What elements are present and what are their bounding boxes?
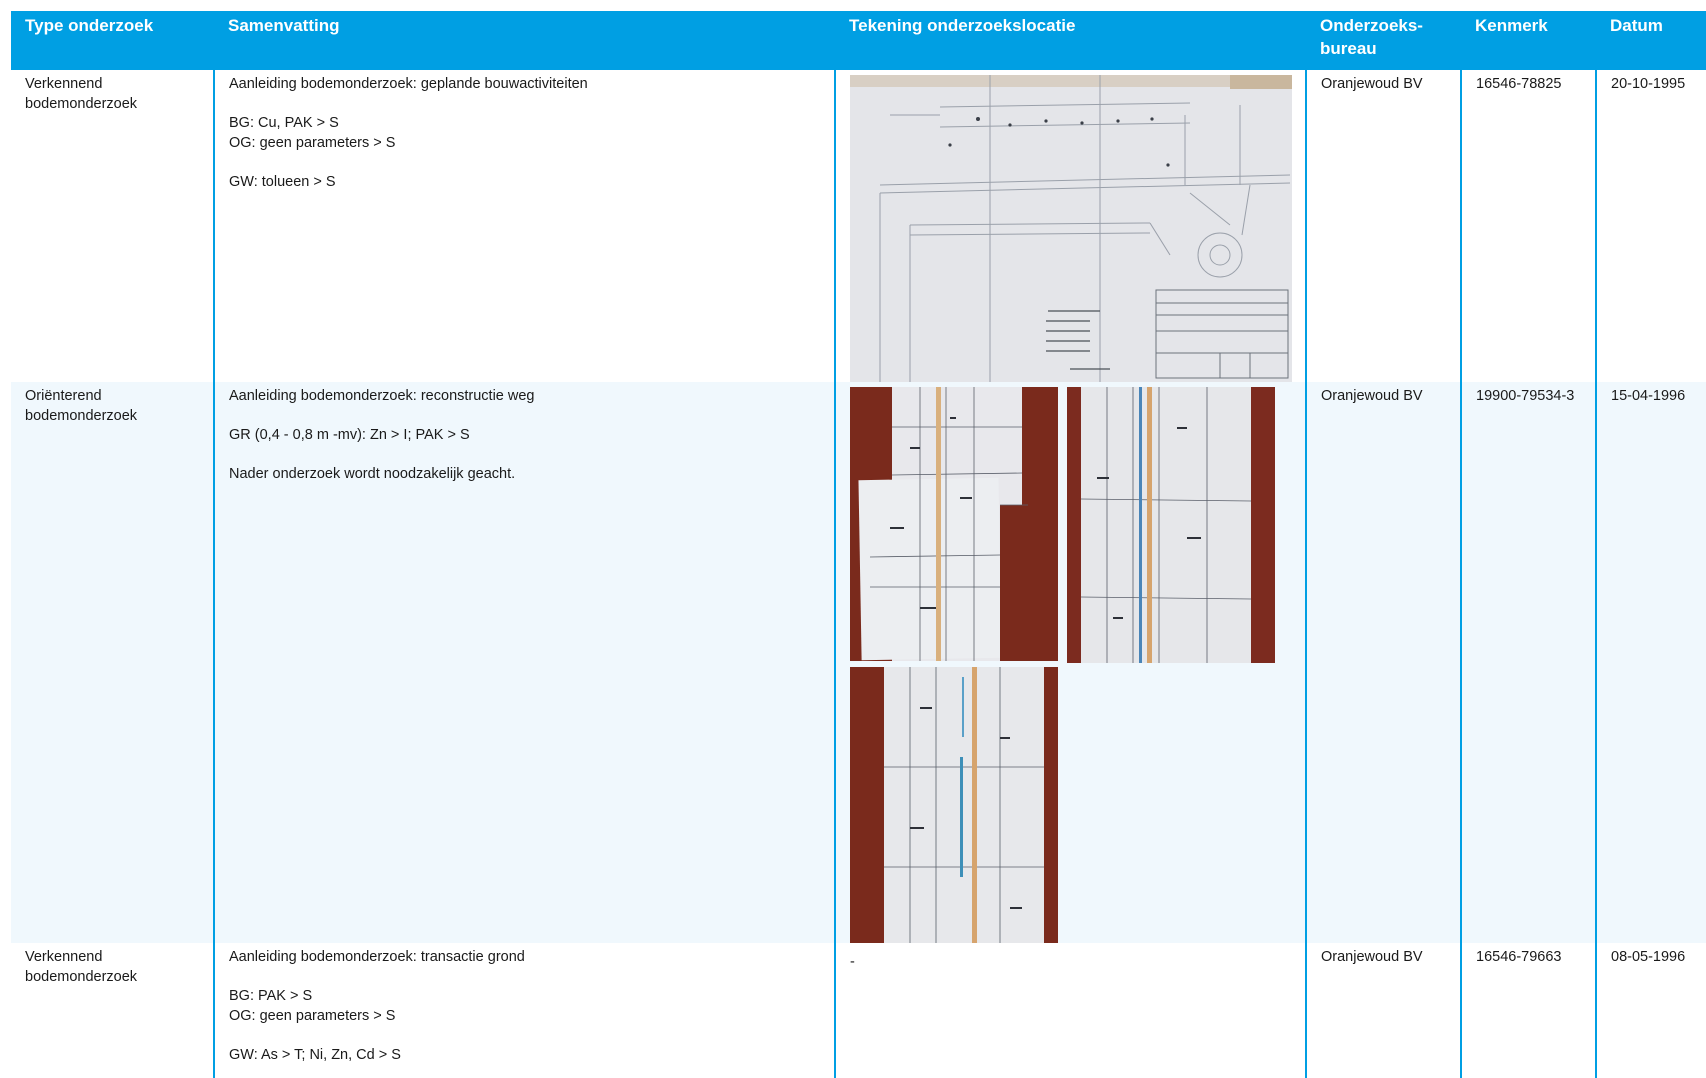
header-bureau: Onderzoeks- bureau: [1306, 11, 1461, 70]
cell-summary: Aanleiding bodemonderzoek: geplande bouw…: [213, 70, 835, 382]
cell-type: Verkennend bodemonderzoek: [11, 943, 214, 1078]
summary-line: [229, 1026, 820, 1046]
kenmerk-text: 16546-78825: [1476, 76, 1562, 92]
summary-line: BG: PAK > S: [229, 988, 313, 1005]
cell-type: Verkennend bodemonderzoek: [11, 70, 214, 382]
cell-bureau: Oranjewoud BV: [1305, 70, 1461, 382]
cell-drawing: -: [834, 943, 1306, 1078]
summary-line: [229, 153, 820, 173]
datum-text: 15-04-1996: [1611, 388, 1686, 404]
header-datum: Datum: [1596, 11, 1706, 70]
soil-research-table: Type onderzoek Samenvatting Tekening ond…: [11, 11, 1706, 1078]
site-drawing-photo: [850, 387, 1058, 663]
cell-drawing: [834, 70, 1306, 382]
no-drawing-text: -: [850, 954, 855, 970]
cell-datum: 20-10-1995: [1595, 70, 1706, 382]
summary-line: Nader onderzoek wordt noodzakelijk geach…: [229, 466, 516, 483]
header-type: Type onderzoek: [11, 11, 214, 70]
report-page: Type onderzoek Samenvatting Tekening ond…: [0, 0, 1706, 1078]
summary-line: Aanleiding bodemonderzoek: transactie gr…: [229, 949, 525, 965]
cell-summary: Aanleiding bodemonderzoek: reconstructie…: [213, 382, 835, 943]
header-summary: Samenvatting: [214, 11, 835, 70]
header-drawing: Tekening onderzoekslocatie: [835, 11, 1306, 70]
summary-line: Aanleiding bodemonderzoek: geplande bouw…: [229, 76, 588, 92]
table-row: Verkennend bodemonderzoek Aanleiding bod…: [11, 70, 1706, 382]
bureau-text: Oranjewoud BV: [1321, 388, 1423, 404]
cell-kenmerk: 16546-79663: [1460, 943, 1596, 1078]
kenmerk-text: 16546-79663: [1476, 949, 1562, 965]
type-text: Verkennend bodemonderzoek: [25, 76, 138, 112]
cell-kenmerk: 19900-79534-3: [1460, 382, 1596, 943]
cell-type: Oriënterend bodemonderzoek: [11, 382, 214, 943]
site-drawing-photo: [850, 667, 1058, 943]
datum-text: 08-05-1996: [1611, 949, 1686, 965]
datum-text: 20-10-1995: [1611, 76, 1686, 92]
site-drawing-photo: [1067, 387, 1275, 663]
header-kenmerk: Kenmerk: [1461, 11, 1596, 70]
cell-kenmerk: 16546-78825: [1460, 70, 1596, 382]
kenmerk-text: 19900-79534-3: [1476, 388, 1575, 404]
site-drawing-image: [850, 75, 1292, 382]
table-row: Verkennend bodemonderzoek Aanleiding bod…: [11, 943, 1706, 1078]
site-drawing-gallery: [850, 387, 1290, 943]
summary-line: BG: Cu, PAK > S: [229, 115, 339, 132]
type-text: Oriënterend bodemonderzoek: [25, 388, 138, 424]
summary-line: GW: tolueen > S: [229, 173, 336, 190]
bureau-text: Oranjewoud BV: [1321, 949, 1423, 965]
summary-line: OG: geen parameters > S: [229, 134, 396, 151]
summary-line: OG: geen parameters > S: [229, 1007, 396, 1024]
type-text: Verkennend bodemonderzoek: [25, 949, 138, 985]
cell-summary: Aanleiding bodemonderzoek: transactie gr…: [213, 943, 835, 1078]
cell-datum: 08-05-1996: [1595, 943, 1706, 1078]
summary-line: [229, 446, 820, 466]
table-row: Oriënterend bodemonderzoek Aanleiding bo…: [11, 382, 1706, 943]
summary-line: [229, 407, 820, 427]
cell-drawing: [834, 382, 1306, 943]
bureau-text: Oranjewoud BV: [1321, 76, 1423, 92]
cell-bureau: Oranjewoud BV: [1305, 943, 1461, 1078]
summary-line: GR (0,4 - 0,8 m -mv): Zn > I; PAK > S: [229, 427, 470, 444]
summary-line: [229, 95, 820, 115]
summary-line: GW: As > T; Ni, Zn, Cd > S: [229, 1046, 401, 1063]
summary-line: Aanleiding bodemonderzoek: reconstructie…: [229, 388, 535, 404]
table-header-row: Type onderzoek Samenvatting Tekening ond…: [11, 11, 1706, 70]
header-bureau-label: Onderzoeks- bureau: [1320, 16, 1423, 58]
summary-line: [229, 968, 820, 988]
cell-bureau: Oranjewoud BV: [1305, 382, 1461, 943]
cell-datum: 15-04-1996: [1595, 382, 1706, 943]
